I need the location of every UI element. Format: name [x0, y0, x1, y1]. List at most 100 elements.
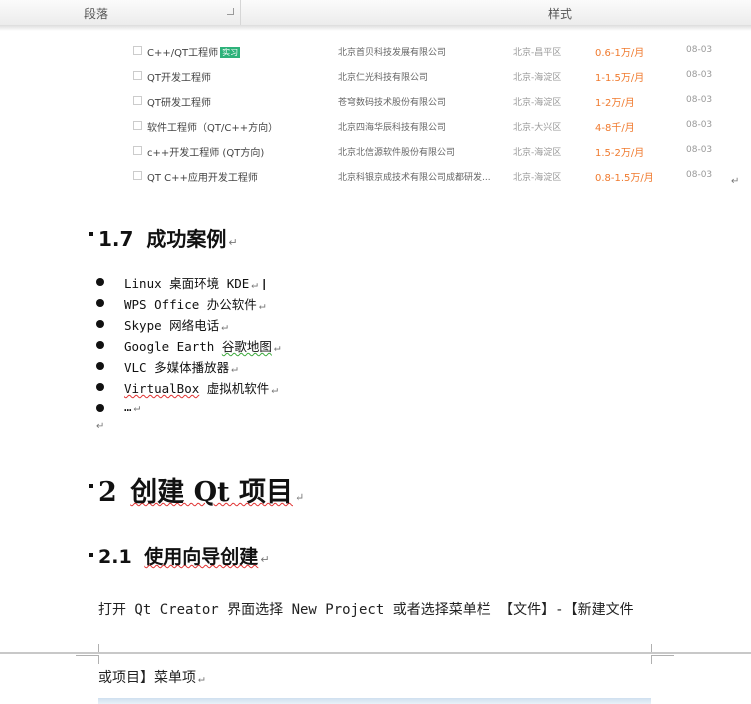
text-cursor-icon: I: [262, 276, 267, 294]
style-group: 样式: [241, 0, 751, 25]
job-salary: 4-8千/月: [595, 123, 635, 134]
heading-text: 创建 Qt 项目: [130, 477, 293, 508]
job-title: QT开发工程师: [147, 73, 211, 84]
paragraph-mark: ↵: [731, 176, 740, 187]
ribbon-shadow: [0, 25, 751, 31]
case-app: Skype: [124, 318, 162, 333]
checkbox-icon: [133, 121, 142, 130]
heading-number: 2: [98, 477, 117, 508]
job-row: QT开发工程师 北京仁光科技有限公司 北京-海淀区 1-1.5万/月 08-03: [128, 63, 726, 88]
paragraph-mark: ↵: [133, 401, 141, 414]
case-app: Linux: [124, 276, 162, 291]
paragraph-mark: ↵: [273, 341, 281, 354]
checkbox-icon: [133, 171, 142, 180]
job-salary: 1.5-2万/月: [595, 148, 645, 159]
bullet-icon: [96, 278, 104, 286]
job-row: QT研发工程师 苍穹数码技术股份有限公司 北京-海淀区 1-2万/月 08-03: [128, 88, 726, 113]
case-desc: 虚拟机软件: [206, 381, 270, 396]
case-app: VLC: [124, 360, 147, 375]
heading-number: 2.1: [98, 546, 132, 568]
job-date: 08-03: [686, 170, 713, 180]
job-salary: 1-2万/月: [595, 98, 635, 109]
style-group-label: 样式: [548, 7, 573, 21]
job-title: QT研发工程师: [147, 98, 211, 109]
job-listing-image: C++/QT工程师 实习 北京首贝科技发展有限公司 北京-昌平区 0.6-1万/月…: [128, 38, 726, 190]
job-salary: 1-1.5万/月: [595, 73, 645, 84]
heading-bullet: [89, 553, 93, 557]
job-location: 北京-昌平区: [513, 48, 562, 58]
job-location: 北京-海淀区: [513, 98, 562, 108]
job-salary: 0.6-1万/月: [595, 48, 645, 59]
job-row: 软件工程师（QT/C++方向） 北京四海华辰科技有限公司 北京-大兴区 4-8千…: [128, 113, 726, 138]
heading-text: 成功案例: [146, 227, 227, 251]
paragraph-mark: ↵: [295, 491, 305, 504]
job-tag: 实习: [220, 47, 241, 58]
case-app: WPS Office: [124, 297, 200, 312]
bullet-icon: [96, 362, 104, 370]
paragraph-mark: ↵: [221, 320, 228, 333]
heading-bullet: [89, 484, 93, 488]
paragraph-mark: ↵: [271, 383, 278, 396]
job-salary: 0.8-1.5万/月: [595, 173, 654, 184]
case-desc: 桌面环境 KDE: [169, 276, 250, 291]
page-corner-mark: [651, 655, 674, 664]
paragraph-mark: ↵: [96, 421, 105, 432]
body-paragraph[interactable]: 打开 Qt Creator 界面选择 New Project 或者选择菜单栏 【…: [98, 599, 634, 619]
case-desc: 谷歌地图: [221, 339, 272, 354]
case-app: …: [124, 399, 132, 414]
case-app: Google Earth: [124, 339, 215, 354]
job-row: c++开发工程师 (QT方向) 北京北信源软件股份有限公司 北京-海淀区 1.5…: [128, 138, 726, 163]
job-row: QT C++应用开发工程师 北京科银京成技术有限公司成都研发... 北京-海淀区…: [128, 163, 726, 188]
case-desc: 办公软件: [206, 297, 257, 312]
job-date: 08-03: [686, 145, 713, 155]
body-paragraph-continued[interactable]: 或项目】菜单项 ↵: [98, 667, 205, 687]
job-location: 北京-海淀区: [513, 148, 562, 158]
job-company: 北京四海华辰科技有限公司: [338, 123, 447, 133]
job-location: 北京-海淀区: [513, 173, 562, 183]
job-date: 08-03: [686, 120, 713, 130]
paragraph-mark: ↵: [258, 299, 266, 312]
dialog-launcher-icon[interactable]: [227, 8, 234, 15]
job-company: 苍穹数码技术股份有限公司: [338, 98, 447, 108]
bullet-icon: [96, 341, 104, 349]
job-title: c++开发工程师 (QT方向): [147, 148, 265, 159]
bullet-icon: [96, 404, 104, 412]
heading-1-7[interactable]: 1.7 成功案例 ↵: [98, 223, 238, 252]
checkbox-icon: [133, 96, 142, 105]
bullet-icon: [96, 383, 104, 391]
paragraph-group-label: 段落: [84, 7, 109, 21]
paragraph-mark: ↵: [260, 553, 270, 566]
job-company: 北京北信源软件股份有限公司: [338, 148, 456, 158]
page-break: [0, 652, 751, 654]
job-company: 北京科银京成技术有限公司成都研发...: [338, 173, 491, 183]
job-title: C++/QT工程师 实习: [147, 47, 241, 59]
job-title: QT C++应用开发工程师: [147, 173, 258, 184]
bullet-icon: [96, 299, 104, 307]
embedded-image: [98, 698, 651, 704]
page-corner-mark: [76, 655, 99, 664]
job-location: 北京-海淀区: [513, 73, 562, 83]
case-app: VirtualBox: [124, 381, 200, 396]
case-desc: 网络电话: [169, 318, 220, 333]
paragraph-mark: ↵: [251, 278, 258, 291]
paragraph-mark: ↵: [231, 362, 238, 375]
job-date: 08-03: [686, 95, 713, 105]
heading-bullet: [89, 232, 93, 236]
bullet-icon: [96, 320, 104, 328]
ribbon-bar: 段落 样式: [0, 0, 751, 26]
job-row: C++/QT工程师 实习 北京首贝科技发展有限公司 北京-昌平区 0.6-1万/月…: [128, 38, 726, 63]
job-date: 08-03: [686, 45, 713, 55]
checkbox-icon: [133, 46, 142, 55]
heading-text: 使用向导创建: [144, 546, 259, 568]
job-title: 软件工程师（QT/C++方向）: [147, 123, 279, 134]
job-company: 北京首贝科技发展有限公司: [338, 48, 447, 58]
job-company: 北京仁光科技有限公司: [338, 73, 429, 83]
job-date: 08-03: [686, 70, 713, 80]
checkbox-icon: [133, 71, 142, 80]
job-location: 北京-大兴区: [513, 123, 562, 133]
heading-2-1[interactable]: 2.1 使用向导创建 ↵: [98, 542, 270, 569]
case-desc: 多媒体播放器: [154, 360, 230, 375]
heading-2[interactable]: 2 创建 Qt 项目 ↵: [98, 470, 304, 509]
paragraph-group: 段落: [0, 0, 241, 25]
checkbox-icon: [133, 146, 142, 155]
